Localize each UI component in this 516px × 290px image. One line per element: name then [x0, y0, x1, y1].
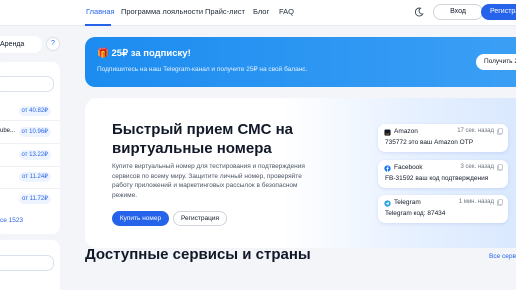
service-row[interactable]: ube... от 10.96₽	[0, 125, 54, 139]
telegram-icon	[384, 200, 391, 207]
sms-card-amazon: Amazon 17 сек. назад 735772 это ваш Amaz…	[378, 124, 508, 152]
nav-blog[interactable]: Блог	[253, 7, 269, 16]
service-search-input[interactable]	[0, 76, 54, 92]
row-divider	[0, 188, 60, 189]
nav-loyalty[interactable]: Программа лояльности	[121, 7, 203, 16]
sms-card-telegram: Telegram 1 мин. назад Telegram код: 8743…	[378, 195, 508, 223]
moon-icon[interactable]	[414, 7, 424, 17]
price-badge: от 13.22₽	[18, 150, 51, 160]
sms-time: 1 мин. назад	[458, 199, 494, 205]
service-name: ube...	[0, 128, 16, 134]
copy-icon[interactable]	[497, 164, 503, 171]
mode-chip-rent[interactable]: Аренда	[0, 36, 42, 53]
sms-time: 17 сек. назад	[457, 128, 494, 134]
login-button[interactable]: Вход	[433, 4, 483, 20]
see-all-services-link[interactable]: се 1523	[0, 217, 23, 224]
copy-icon[interactable]	[497, 128, 503, 135]
hero-register-button[interactable]: Регистрация	[173, 211, 227, 226]
price-badge: от 11.72₽	[18, 194, 51, 204]
help-button[interactable]: ?	[46, 37, 60, 51]
sms-service-name: Telegram	[394, 199, 421, 206]
sms-time: 3 сек. назад	[460, 164, 494, 170]
promo-banner	[85, 37, 516, 87]
sms-service-name: Facebook	[394, 164, 423, 171]
nav-faq[interactable]: FAQ	[279, 7, 294, 16]
hero-title: Быстрый прием СМС на виртуальные номера	[112, 121, 294, 157]
price-badge: от 11.24₽	[18, 172, 51, 182]
service-row[interactable]: от 11.24₽	[0, 170, 54, 184]
row-divider	[0, 166, 60, 167]
country-search-input[interactable]	[0, 255, 54, 271]
all-services-link[interactable]: Все серв	[489, 253, 516, 260]
promo-text: Подпишитесь на наш Telegram-канал и полу…	[97, 66, 308, 73]
get-bonus-button[interactable]: Получить 25₽	[476, 54, 516, 70]
sms-message: FB-31592 ваш код подтверждения	[385, 175, 489, 182]
copy-icon[interactable]	[497, 199, 503, 206]
top-header: Главная Программа лояльности Прайс-лист …	[0, 0, 516, 26]
promo-title: 🎁 25₽ за подписку!	[97, 48, 191, 59]
hero-description: Купите виртуальный номер для тестировани…	[112, 163, 305, 199]
sms-message: Telegram код: 87434	[385, 210, 446, 217]
register-button[interactable]: Регистрация	[481, 4, 516, 20]
amazon-icon	[384, 129, 391, 136]
row-divider	[0, 143, 60, 144]
service-row[interactable]: от 40.82₽	[0, 104, 54, 118]
nav-home[interactable]: Главная	[86, 7, 115, 16]
price-badge: от 40.82₽	[18, 106, 51, 116]
nav-active-indicator	[85, 24, 111, 26]
section-title: Доступные сервисы и страны	[85, 246, 311, 263]
service-row[interactable]: от 13.22₽	[0, 148, 54, 162]
buy-number-button[interactable]: Купить номер	[112, 211, 169, 226]
sms-card-facebook: Facebook 3 сек. назад FB-31592 ваш код п…	[378, 160, 508, 188]
nav-pricelist[interactable]: Прайс-лист	[205, 7, 245, 16]
service-row[interactable]: от 11.72₽	[0, 192, 54, 206]
row-divider	[0, 120, 60, 121]
price-badge: от 10.96₽	[18, 127, 51, 137]
sms-message: 735772 это ваш Amazon OTP	[385, 139, 474, 146]
sms-service-name: Amazon	[394, 128, 418, 135]
facebook-icon	[384, 165, 391, 172]
